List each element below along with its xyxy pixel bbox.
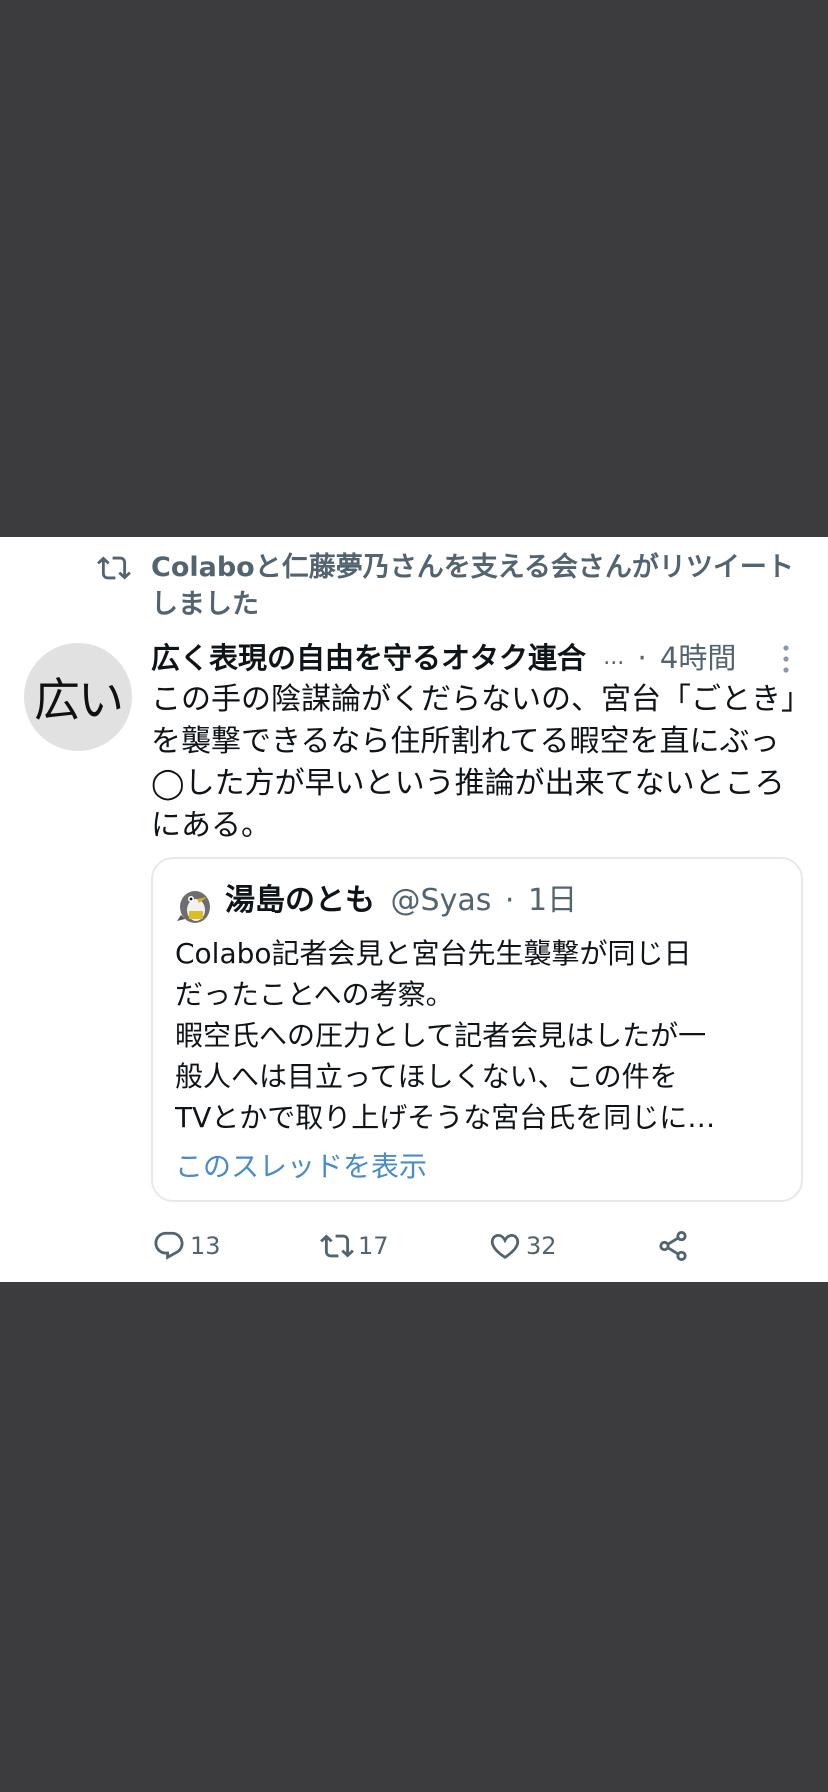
- tweet-body: この手の陰謀論がくだらないの、宮台「ごとき」を襲撃できるなら住所割れてる暇空を直…: [151, 682, 796, 843]
- retweet-count: 17: [358, 1232, 389, 1260]
- quote-header: 湯島のとも @Syas · 1日: [225, 879, 577, 923]
- quote-separator: ·: [504, 883, 515, 918]
- quote-handle[interactable]: @Syas: [391, 883, 492, 918]
- more-vertical-icon[interactable]: [776, 643, 796, 675]
- quote-line: 般人へは目立ってほしくない、この件を: [175, 1060, 678, 1093]
- display-name[interactable]: 広く表現の自由を守るオタク連合: [151, 637, 586, 679]
- meta-separator: ·: [637, 641, 647, 675]
- name-ellipsis: ...: [603, 645, 625, 670]
- bottom-dark-band: [0, 1282, 828, 1792]
- tweet-header: 広く表現の自由を守るオタク連合 ... · 4時間: [151, 637, 771, 679]
- like-icon: [490, 1233, 520, 1259]
- share-button[interactable]: [656, 1225, 690, 1267]
- retweet-icon: [320, 1234, 354, 1258]
- retweet-context-text[interactable]: Colaboと仁藤夢乃さんを支える会さんがリツイートしました: [151, 549, 811, 623]
- avatar[interactable]: 広い: [24, 643, 132, 751]
- show-thread-link[interactable]: このスレッドを表示: [175, 1147, 427, 1187]
- share-icon: [659, 1230, 687, 1262]
- quoted-tweet[interactable]: 湯島のとも @Syas · 1日 Colabo記者会見と宮台先生襲撃が同じ日 だ…: [151, 857, 803, 1202]
- quote-body: Colabo記者会見と宮台先生襲撃が同じ日 だったことへの考察。 暇空氏への圧力…: [175, 933, 789, 1138]
- like-count: 32: [526, 1232, 557, 1260]
- reply-icon: [154, 1231, 184, 1260]
- retweet-button[interactable]: 17: [320, 1225, 389, 1267]
- quote-line: Colabo記者会見と宮台先生襲撃が同じ日: [175, 937, 692, 970]
- quote-time[interactable]: 1日: [528, 883, 577, 918]
- quote-display-name[interactable]: 湯島のとも: [225, 883, 375, 918]
- tweet-card[interactable]: Colaboと仁藤夢乃さんを支える会さんがリツイートしました 広い 広く表現の自…: [0, 537, 828, 1282]
- reply-button[interactable]: 13: [152, 1225, 221, 1267]
- like-button[interactable]: 32: [488, 1225, 557, 1267]
- top-dark-band: [0, 0, 828, 537]
- reply-count: 13: [190, 1232, 221, 1260]
- tweet-time[interactable]: 4時間: [660, 637, 736, 679]
- quote-line: だったことへの考察。: [175, 978, 454, 1011]
- penguin-avatar-icon[interactable]: [175, 885, 215, 925]
- quote-line: TVとかで取り上げそうな宮台氏を同じに…: [175, 1101, 716, 1134]
- retweet-icon: [97, 556, 131, 580]
- avatar-text: 広い: [34, 673, 124, 727]
- quote-line: 暇空氏への圧力として記者会見はしたが一: [175, 1019, 707, 1052]
